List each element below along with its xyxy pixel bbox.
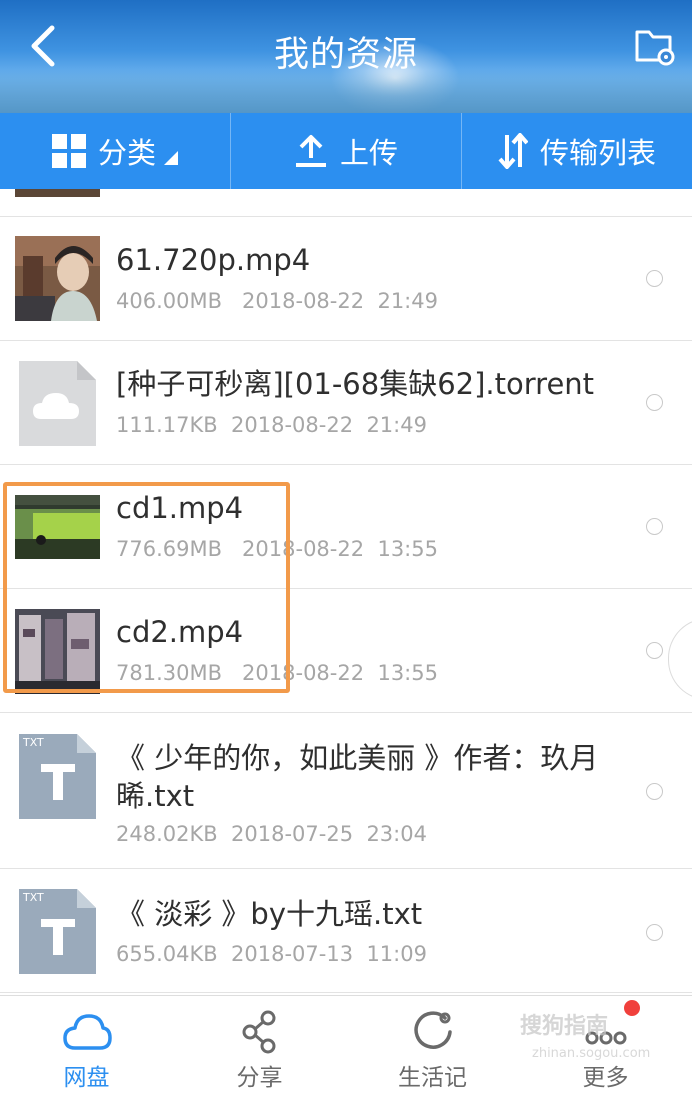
list-item-partial[interactable] bbox=[0, 189, 692, 217]
category-button[interactable]: 分类 bbox=[0, 113, 230, 189]
cloud-icon bbox=[62, 1014, 112, 1050]
file-date: 2018-07-25 bbox=[231, 822, 354, 846]
transfer-list-button[interactable]: 传输列表 bbox=[461, 113, 692, 189]
nav-label: 生活记 bbox=[398, 1065, 467, 1091]
file-time: 21:49 bbox=[366, 413, 427, 437]
file-name: 《 少年的你，如此美丽 》作者：玖月晞.txt bbox=[116, 741, 599, 813]
share-icon bbox=[242, 1010, 275, 1054]
category-label: 分类 bbox=[97, 136, 156, 170]
video-thumbnail bbox=[15, 236, 100, 321]
file-name: cd1.mp4 bbox=[116, 491, 244, 525]
upload-icon bbox=[294, 134, 328, 168]
list-item[interactable]: cd2.mp4 781.30MB 2018-08-22 13:55 bbox=[0, 589, 692, 713]
file-size: 781.30MB bbox=[116, 661, 223, 685]
file-size: 655.04KB bbox=[116, 942, 218, 966]
txt-badge: TXT bbox=[23, 736, 44, 749]
upload-button[interactable]: 上传 bbox=[230, 113, 461, 189]
select-radio[interactable] bbox=[646, 783, 663, 800]
transfer-list-label: 传输列表 bbox=[539, 136, 656, 170]
file-date: 2018-08-22 bbox=[231, 413, 354, 437]
list-item[interactable]: TXT 《 少年的你，如此美丽 》作者：玖月晞.txt 248.02KB 201… bbox=[0, 713, 692, 869]
file-date: 2018-07-13 bbox=[231, 942, 354, 966]
nav-label: 分享 bbox=[236, 1065, 283, 1091]
file-time: 13:55 bbox=[377, 537, 438, 561]
select-radio[interactable] bbox=[646, 394, 663, 411]
file-name: 《 淡彩 》by十九瑶.txt bbox=[116, 897, 423, 931]
action-toolbar: 分类 上传 传输列表 bbox=[0, 113, 692, 189]
select-radio[interactable] bbox=[646, 642, 663, 659]
folder-settings-button[interactable] bbox=[632, 24, 678, 70]
select-radio[interactable] bbox=[646, 270, 663, 287]
list-item[interactable]: cd1.mp4 776.69MB 2018-08-22 13:55 bbox=[0, 465, 692, 589]
file-meta: 776.69MB 2018-08-22 13:55 bbox=[116, 537, 438, 561]
select-radio[interactable] bbox=[646, 518, 663, 535]
select-radio[interactable] bbox=[646, 924, 663, 941]
nav-label: 网盘 bbox=[63, 1065, 110, 1091]
file-size: 111.17KB bbox=[116, 413, 218, 437]
file-size: 776.69MB bbox=[116, 537, 223, 561]
file-time: 21:49 bbox=[377, 289, 438, 313]
file-name: cd2.mp4 bbox=[116, 615, 244, 649]
file-meta: 406.00MB 2018-08-22 21:49 bbox=[116, 289, 438, 313]
caret-down-icon bbox=[164, 151, 178, 165]
watermark-text: 搜狗指南 bbox=[520, 1014, 609, 1039]
file-name: [种子可秒离][01-68集缺62].torrent bbox=[116, 367, 595, 401]
list-item[interactable]: TXT 《 淡彩 》by十九瑶.txt 655.04KB 2018-07-13 … bbox=[0, 869, 692, 993]
nav-item-netdisk[interactable]: 网盘 bbox=[0, 996, 173, 1093]
upload-label: 上传 bbox=[339, 136, 398, 170]
nav-item-life[interactable]: 生活记 bbox=[346, 996, 519, 1093]
grid-icon bbox=[51, 134, 86, 168]
file-list: 61.720p.mp4 406.00MB 2018-08-22 21:49 [种… bbox=[0, 189, 692, 995]
transfer-arrows-icon bbox=[498, 133, 528, 169]
file-meta: 655.04KB 2018-07-13 11:09 bbox=[116, 942, 427, 966]
refresh-icon bbox=[413, 1011, 452, 1049]
file-date: 2018-08-22 bbox=[242, 661, 365, 685]
watermark-url: zhinan.sogou.com bbox=[532, 1046, 651, 1061]
torrent-file-icon bbox=[15, 361, 100, 446]
list-item[interactable]: 61.720p.mp4 406.00MB 2018-08-22 21:49 bbox=[0, 217, 692, 341]
header-bar: 我的资源 bbox=[0, 0, 692, 113]
video-thumbnail bbox=[15, 189, 100, 197]
file-date: 2018-08-22 bbox=[242, 289, 365, 313]
list-item[interactable]: [种子可秒离][01-68集缺62].torrent 111.17KB 2018… bbox=[0, 341, 692, 465]
folder-settings-icon bbox=[635, 30, 675, 66]
txt-badge: TXT bbox=[23, 891, 44, 904]
file-size: 406.00MB bbox=[116, 289, 223, 313]
video-thumbnail bbox=[15, 495, 100, 559]
file-name: 61.720p.mp4 bbox=[116, 243, 311, 277]
file-meta: 248.02KB 2018-07-25 23:04 bbox=[116, 822, 427, 846]
video-thumbnail bbox=[15, 609, 100, 694]
file-meta: 781.30MB 2018-08-22 13:55 bbox=[116, 661, 438, 685]
file-size: 248.02KB bbox=[116, 822, 218, 846]
file-time: 11:09 bbox=[366, 942, 427, 966]
file-meta: 111.17KB 2018-08-22 21:49 bbox=[116, 413, 427, 437]
watermark: 搜狗指南 zhinan.sogou.com bbox=[520, 1008, 690, 1068]
file-time: 13:55 bbox=[377, 661, 438, 685]
file-date: 2018-08-22 bbox=[242, 537, 365, 561]
nav-item-share[interactable]: 分享 bbox=[173, 996, 346, 1093]
page-title: 我的资源 bbox=[273, 35, 418, 75]
file-time: 23:04 bbox=[366, 822, 427, 846]
